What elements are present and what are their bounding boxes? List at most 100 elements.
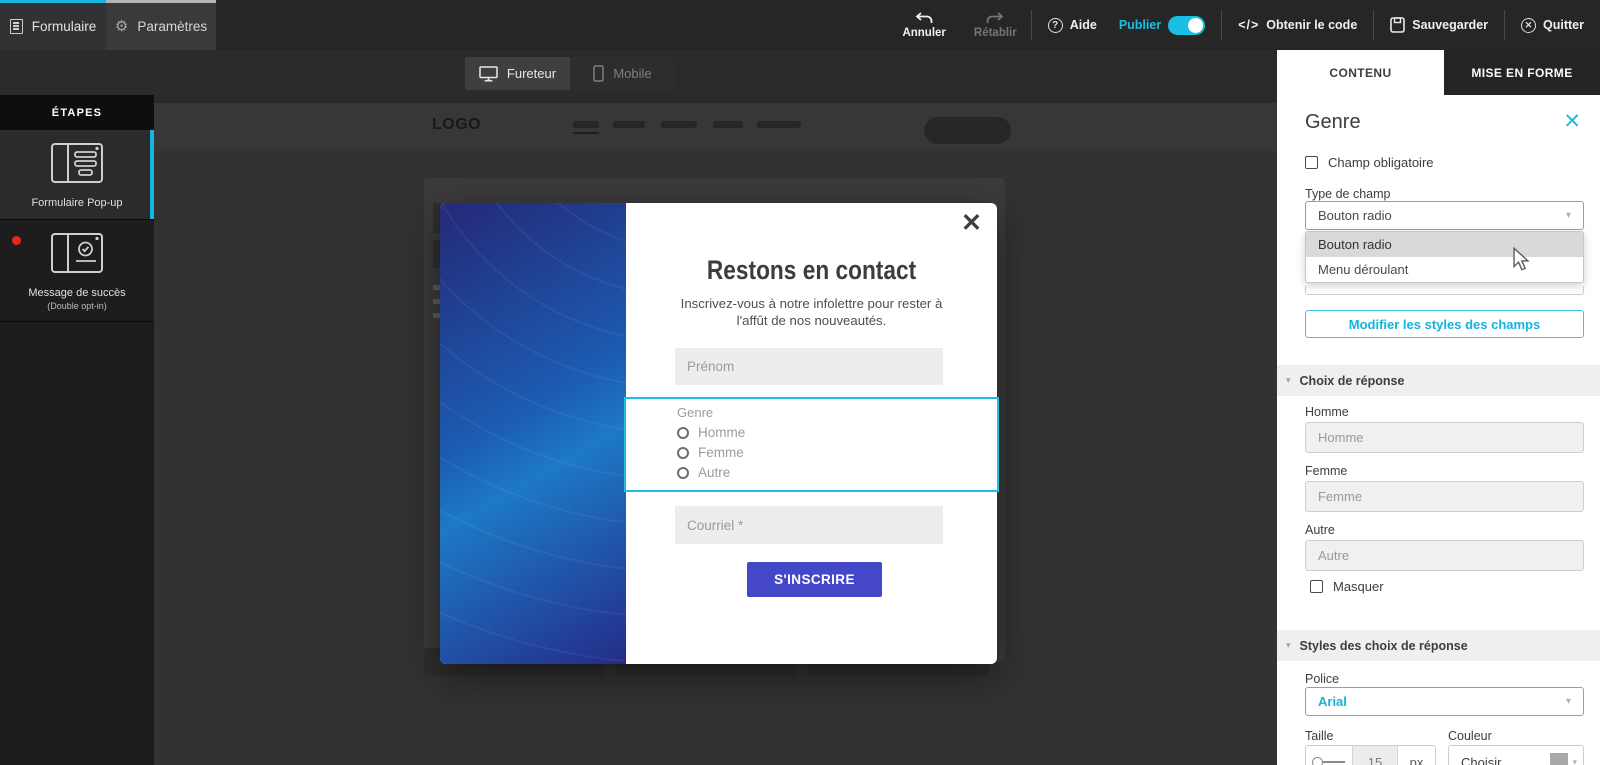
popup-subtitle[interactable]: Inscrivez-vous à notre infolettre pour r… xyxy=(626,296,997,329)
gender-option-homme[interactable]: Homme xyxy=(677,425,997,440)
field-type-dropdown: Bouton radio Menu déroulant xyxy=(1305,231,1584,283)
device-mobile-label: Mobile xyxy=(613,66,651,81)
field-type-select[interactable]: Bouton radio ▾ xyxy=(1305,201,1584,230)
popup-close-icon[interactable]: ✕ xyxy=(961,211,982,236)
sidebar-item-label: Message de succès xyxy=(6,287,148,299)
quit-button[interactable]: ✕ Quitter xyxy=(1505,18,1600,33)
device-mobile-button[interactable]: Mobile xyxy=(570,57,675,90)
color-label: Couleur xyxy=(1448,729,1492,743)
radio-icon[interactable] xyxy=(677,467,689,479)
hidden-field-edge xyxy=(1305,286,1584,295)
hide-checkbox-row: Masquer xyxy=(1310,579,1384,594)
field-settings-panel: Genre ✕ Champ obligatoire Type de champ … xyxy=(1277,95,1600,765)
form-builder-app: Formulaire ⚙ Paramètres Annuler Rétablir… xyxy=(0,0,1600,765)
notification-dot xyxy=(12,236,21,245)
tab-parametres[interactable]: ⚙ Paramètres xyxy=(106,0,216,50)
device-browser-button[interactable]: Fureteur xyxy=(465,57,570,90)
size-label: Taille xyxy=(1305,729,1334,743)
radio-icon[interactable] xyxy=(677,427,689,439)
get-code-label: Obtenir le code xyxy=(1266,18,1357,32)
font-label: Police xyxy=(1305,672,1339,686)
undo-button[interactable]: Annuler xyxy=(888,12,959,39)
help-label: Aide xyxy=(1070,18,1097,32)
tab-parametres-label: Paramètres xyxy=(137,19,207,34)
email-field[interactable] xyxy=(675,506,943,544)
edit-field-styles-button[interactable]: Modifier les styles des champs xyxy=(1305,310,1584,338)
redo-button[interactable]: Rétablir xyxy=(960,12,1031,39)
tab-formulaire[interactable]: Formulaire xyxy=(0,0,106,50)
redo-arrow-icon xyxy=(986,12,1004,25)
required-checkbox[interactable] xyxy=(1305,156,1318,169)
mock-site-header: LOGO xyxy=(154,103,1277,151)
steps-header: ÉTAPES xyxy=(0,95,154,130)
subscribe-button[interactable]: S'INSCRIRE xyxy=(747,562,882,597)
collapse-caret-icon: ▾ xyxy=(1286,640,1291,651)
preview-canvas: LOGO ✕ Restons en contact Inscrivez-vous… xyxy=(154,95,1277,765)
popup-image-panel xyxy=(440,203,626,664)
font-size-control: 15 px xyxy=(1305,745,1436,765)
save-icon xyxy=(1390,17,1405,33)
publish-toggle[interactable] xyxy=(1168,16,1205,35)
device-bar: Fureteur Mobile xyxy=(0,50,1277,95)
mock-logo: LOGO xyxy=(432,116,481,134)
mock-nav-item xyxy=(757,121,801,128)
device-browser-label: Fureteur xyxy=(507,66,556,81)
panel-title: Genre xyxy=(1305,111,1361,134)
hide-checkbox[interactable] xyxy=(1310,580,1323,593)
slider-knob[interactable] xyxy=(1312,757,1323,765)
hide-label: Masquer xyxy=(1333,579,1384,594)
gender-option-autre[interactable]: Autre xyxy=(677,465,997,480)
gender-label: Genre xyxy=(677,405,997,420)
font-select[interactable]: Arial ▾ xyxy=(1305,687,1584,716)
required-checkbox-row: Champ obligatoire xyxy=(1305,155,1434,170)
sidebar-item-message-succes[interactable]: Message de succès (Double opt-in) xyxy=(0,220,154,322)
size-unit-label: px xyxy=(1398,746,1435,765)
color-picker-control[interactable]: Choisir ▾ xyxy=(1448,745,1584,765)
publish-label: Publier xyxy=(1119,18,1161,32)
monitor-icon xyxy=(479,66,498,82)
chevron-down-icon: ▾ xyxy=(1566,696,1571,707)
steps-sidebar: ÉTAPES Formulaire Pop-up Mes xyxy=(0,95,154,765)
choice-input-autre[interactable] xyxy=(1305,540,1584,571)
redo-label: Rétablir xyxy=(974,27,1017,39)
mock-nav-item xyxy=(713,121,743,128)
code-icon: </> xyxy=(1238,18,1259,32)
gender-option-femme[interactable]: Femme xyxy=(677,445,997,460)
gender-field-selected[interactable]: Genre Homme Femme Autre xyxy=(624,397,999,492)
size-slider[interactable] xyxy=(1306,746,1353,765)
styles-section-header[interactable]: ▾ Styles des choix de réponse xyxy=(1277,630,1600,661)
help-icon: ? xyxy=(1048,18,1063,33)
choice-input-femme[interactable] xyxy=(1305,481,1584,512)
phone-icon xyxy=(593,65,604,82)
site-top-gap xyxy=(154,95,1277,103)
size-value-field[interactable]: 15 xyxy=(1353,746,1398,765)
slider-track xyxy=(1323,761,1345,763)
choice-input-homme[interactable] xyxy=(1305,422,1584,453)
tab-formulaire-label: Formulaire xyxy=(32,19,97,34)
tab-contenu[interactable]: CONTENU xyxy=(1277,50,1444,95)
color-swatch[interactable] xyxy=(1550,753,1568,765)
sidebar-item-sublabel: (Double opt-in) xyxy=(6,301,148,311)
required-label: Champ obligatoire xyxy=(1328,155,1434,170)
document-icon xyxy=(10,19,23,34)
popup-title[interactable]: Restons en contact xyxy=(707,255,916,286)
dropdown-option-bouton-radio[interactable]: Bouton radio xyxy=(1306,232,1583,257)
get-code-button[interactable]: </> Obtenir le code xyxy=(1222,18,1373,32)
toggle-knob xyxy=(1188,18,1203,33)
tab-mise-en-forme[interactable]: MISE EN FORME xyxy=(1444,50,1600,95)
chevron-down-icon: ▾ xyxy=(1572,757,1577,765)
choice-label-femme: Femme xyxy=(1305,464,1347,478)
save-button[interactable]: Sauvegarder xyxy=(1374,17,1504,33)
mouse-cursor-icon xyxy=(1510,247,1532,271)
first-name-field[interactable] xyxy=(675,348,943,385)
panel-close-icon[interactable]: ✕ xyxy=(1563,111,1581,132)
toolbar-actions: Annuler Rétablir ? Aide Publier </> Obte… xyxy=(888,0,1600,50)
radio-icon[interactable] xyxy=(677,447,689,459)
sidebar-item-formulaire-popup[interactable]: Formulaire Pop-up xyxy=(0,130,154,220)
mock-nav-item xyxy=(613,121,645,128)
save-label: Sauvegarder xyxy=(1412,18,1488,32)
choice-label-homme: Homme xyxy=(1305,405,1349,419)
choices-section-header[interactable]: ▾ Choix de réponse xyxy=(1277,365,1600,396)
help-button[interactable]: ? Aide xyxy=(1032,18,1113,33)
dropdown-option-menu-deroulant[interactable]: Menu déroulant xyxy=(1306,257,1583,282)
